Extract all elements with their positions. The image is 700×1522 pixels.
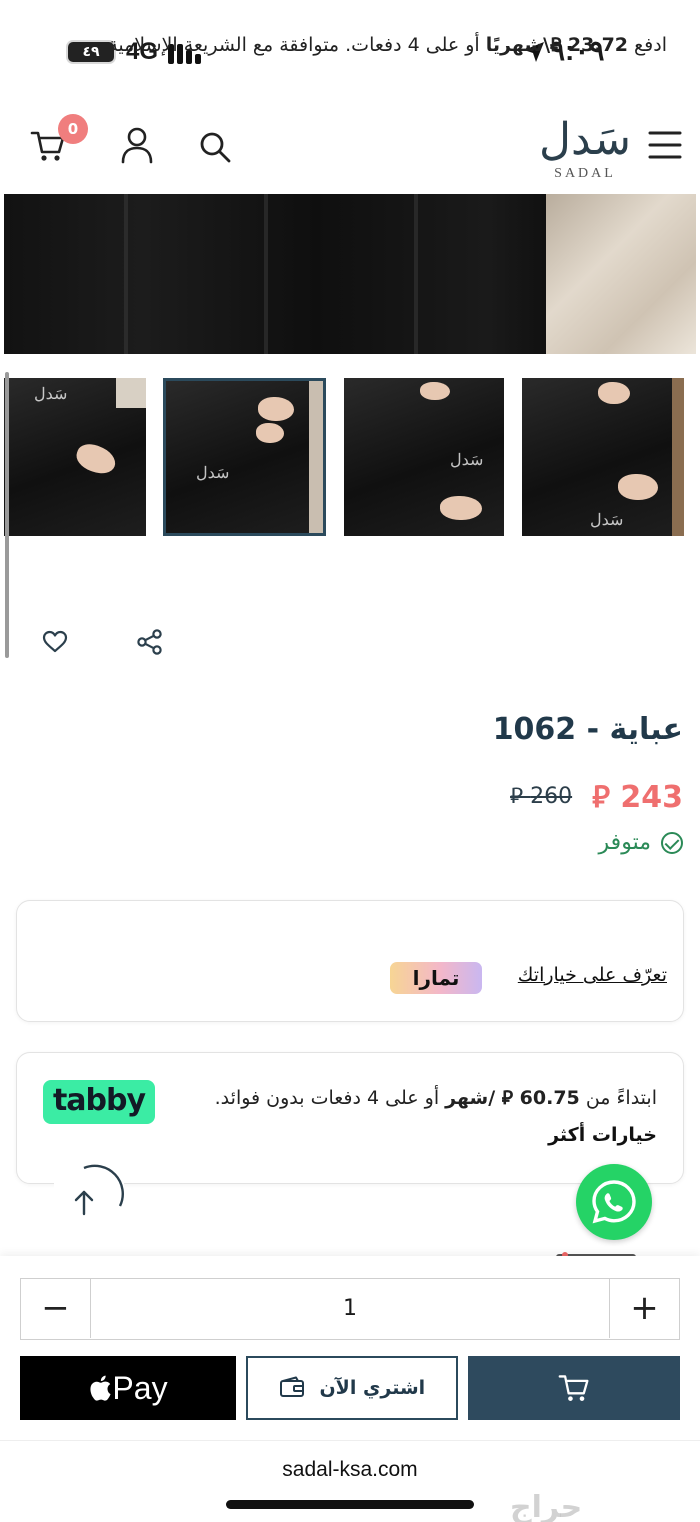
quantity-increase-button[interactable]: + <box>609 1279 679 1338</box>
heart-icon[interactable] <box>42 630 68 654</box>
product-thumbnail[interactable]: سَدل <box>4 378 146 536</box>
buy-now-button[interactable]: اشتري الآن <box>246 1356 458 1420</box>
home-indicator[interactable] <box>226 1500 474 1509</box>
wallet-icon <box>279 1376 304 1397</box>
logo-latin: SADAL <box>554 166 616 181</box>
url-text[interactable]: sadal-ksa.com <box>0 1458 700 1482</box>
product-main-image[interactable] <box>4 194 696 354</box>
apple-pay-button[interactable]: Pay <box>20 1356 236 1420</box>
gallery-scrollbar[interactable] <box>5 372 9 658</box>
thumbnail-strip: سَدل سَدل سَدل سَدل <box>0 378 700 538</box>
site-logo[interactable]: سَدل SADAL <box>530 110 640 186</box>
tamara-text-prefix: ادفع <box>628 34 667 56</box>
share-icon[interactable] <box>136 628 164 656</box>
thumbnail-watermark: سَدل <box>34 384 68 403</box>
user-icon[interactable] <box>120 126 154 164</box>
whatsapp-icon <box>592 1180 636 1224</box>
add-to-cart-button[interactable] <box>468 1356 680 1420</box>
check-icon <box>661 831 683 854</box>
product-thumbnail[interactable]: سَدل <box>344 378 504 536</box>
sale-price: 243 ⃁ <box>592 779 683 815</box>
tabby-more-options-link[interactable]: خيارات أكثر <box>548 1124 657 1146</box>
cart-count-badge: 0 <box>58 114 88 144</box>
scroll-to-top-button[interactable] <box>54 1160 124 1220</box>
quantity-decrease-button[interactable]: − <box>21 1279 91 1338</box>
thumbnail-watermark: سَدل <box>450 450 484 469</box>
tamara-text-suffix: أو على 4 دفعات. متوافقة مع الشريعة الإسل… <box>102 34 486 56</box>
apple-pay-label: Pay <box>112 1370 168 1406</box>
quantity-stepper: − 1 + <box>20 1278 680 1340</box>
tamara-widget <box>16 900 684 1022</box>
thumbnail-watermark: سَدل <box>590 510 624 529</box>
watermark: حراج <box>510 1490 583 1522</box>
buy-now-label: اشتري الآن <box>319 1377 426 1399</box>
availability-status: متوفر <box>599 830 683 855</box>
logo-arabic: سَدل <box>539 114 631 165</box>
tamara-description: ادفع 23.72 ⃁\شهريًا أو على 4 دفعات. متوا… <box>47 30 667 60</box>
search-icon[interactable] <box>198 130 232 164</box>
tabby-amount: 60.75 ⃁ /شهر <box>445 1087 580 1109</box>
tamara-amount: 23.72 ⃁\شهريًا <box>485 34 629 56</box>
product-thumbnail[interactable]: سَدل <box>522 378 684 536</box>
tamara-learn-more-link[interactable]: تعرّف على خياراتك <box>518 964 667 986</box>
arrow-up-icon <box>74 1164 124 1216</box>
tabby-description: ابتداءً من 60.75 ⃁ /شهر أو على 4 دفعات ب… <box>215 1086 657 1110</box>
cart-icon <box>558 1375 589 1401</box>
tabby-text-suffix: أو على 4 دفعات بدون فوائد. <box>214 1087 446 1109</box>
original-price: 260 ⃁ <box>510 784 573 809</box>
tamara-logo: تمارا <box>390 962 482 994</box>
tabby-logo: tabby <box>43 1080 155 1124</box>
quantity-input[interactable]: 1 <box>91 1279 609 1338</box>
apple-icon <box>90 1375 111 1401</box>
product-thumbnail-selected[interactable]: سَدل <box>163 378 326 536</box>
thumbnail-watermark: سَدل <box>196 463 230 482</box>
availability-label: متوفر <box>598 830 651 855</box>
tabby-text-prefix: ابتداءً من <box>579 1087 657 1109</box>
menu-icon[interactable] <box>648 130 682 160</box>
product-title: عباية - 1062 <box>492 712 683 747</box>
whatsapp-button[interactable] <box>576 1164 652 1240</box>
price-row: 243 ⃁ 260 ⃁ <box>510 778 683 815</box>
